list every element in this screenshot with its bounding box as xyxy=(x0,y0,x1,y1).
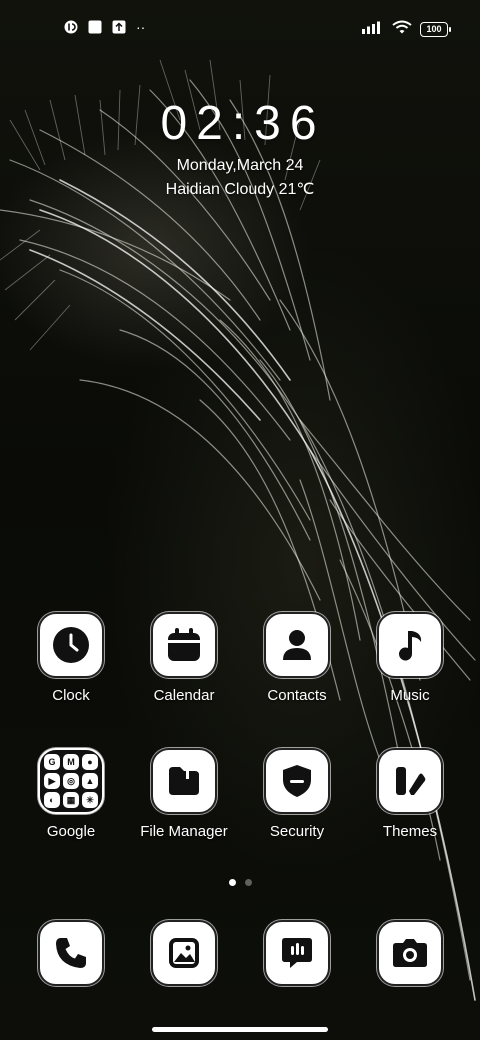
contacts-icon xyxy=(264,612,330,678)
home-indicator[interactable] xyxy=(152,1027,328,1032)
app-themes[interactable]: Themes xyxy=(355,748,465,842)
app-label: Clock xyxy=(52,687,90,704)
maps-icon: ● xyxy=(82,754,98,770)
system-icons: 100 xyxy=(362,20,451,39)
notification-icons: ·· xyxy=(64,19,146,35)
app-calendar[interactable]: Calendar xyxy=(129,612,239,706)
music-note-icon xyxy=(377,612,443,678)
app-file-manager[interactable]: File Manager xyxy=(129,748,239,842)
messages-icon xyxy=(264,920,330,986)
app-label: Calendar xyxy=(153,687,215,704)
app-security[interactable]: Security xyxy=(242,748,352,842)
lens-icon: ◎ xyxy=(63,773,79,789)
square-notification-icon xyxy=(88,20,102,34)
page-dot-active xyxy=(228,879,236,886)
battery-icon: 100 xyxy=(420,22,451,37)
app-label: Themes xyxy=(382,823,438,840)
app-contacts[interactable]: Contacts xyxy=(242,612,352,706)
clock-icon xyxy=(38,612,104,678)
folder-icon xyxy=(151,748,217,814)
notification-app-icon xyxy=(64,20,78,34)
phone-icon xyxy=(38,920,104,986)
more-notifications-icon: ·· xyxy=(136,19,146,35)
app-music[interactable]: Music xyxy=(355,612,465,706)
weather-summary: Haidian Cloudy 21℃ xyxy=(165,181,315,198)
photos-icon: ▦ xyxy=(63,792,79,808)
clock-time: 02:36 xyxy=(160,97,326,150)
gallery-icon xyxy=(151,920,217,986)
dock-phone[interactable] xyxy=(16,920,126,986)
dock-messages[interactable] xyxy=(242,920,352,986)
app-google-folder[interactable]: G M ● ▶ ◎ ▲ ◐ ▦ ✳ Google xyxy=(16,748,126,842)
google-folder-icon: G M ● ▶ ◎ ▲ ◐ ▦ ✳ xyxy=(38,748,104,814)
page-dot xyxy=(244,879,252,886)
drive-icon: ▲ xyxy=(82,773,98,789)
google-search-icon: G xyxy=(44,754,60,770)
status-bar: ·· 100 xyxy=(0,0,480,56)
dock-gallery[interactable] xyxy=(129,920,239,986)
pinwheel-icon: ✳ xyxy=(82,792,98,808)
shield-icon xyxy=(264,748,330,814)
upload-icon xyxy=(112,20,126,34)
clock-widget[interactable]: 02:36 Monday,March 24 Haidian Cloudy 21℃ xyxy=(0,96,480,202)
calendar-icon xyxy=(151,612,217,678)
clock-date: Monday,March 24 xyxy=(176,157,304,174)
app-label: Security xyxy=(269,823,325,840)
app-label: Music xyxy=(390,687,430,704)
wifi-icon xyxy=(392,20,412,39)
themes-icon xyxy=(377,748,443,814)
youtube-icon: ▶ xyxy=(44,773,60,789)
gmail-icon: M xyxy=(63,754,79,770)
app-clock[interactable]: Clock xyxy=(16,612,126,706)
dock-camera[interactable] xyxy=(355,920,465,986)
cellular-signal-icon xyxy=(362,20,384,39)
app-label: Google xyxy=(46,823,96,840)
app-label: Contacts xyxy=(267,687,327,704)
camera-icon xyxy=(377,920,443,986)
page-indicator[interactable] xyxy=(0,879,480,886)
chrome-icon: ◐ xyxy=(44,792,60,808)
app-label: File Manager xyxy=(140,823,228,840)
